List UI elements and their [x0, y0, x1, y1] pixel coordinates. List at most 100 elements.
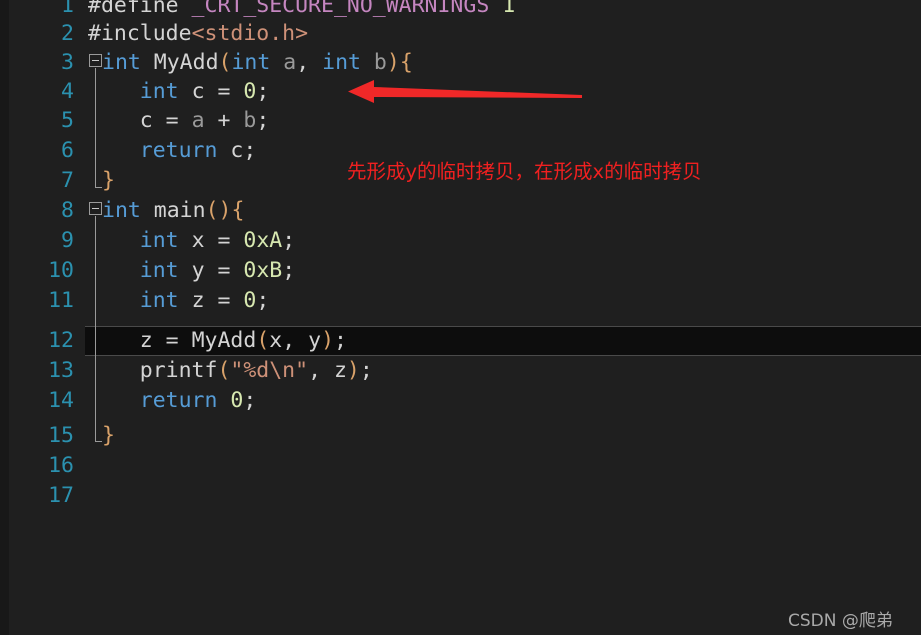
- code-line-10[interactable]: int y = 0xB;: [88, 256, 295, 286]
- token-paren-close: ): [321, 328, 335, 353]
- code-line-12[interactable]: z = MyAdd(x, y);: [88, 326, 347, 356]
- fold-guide-foot: [95, 441, 102, 442]
- token-paren-close: ): [346, 358, 360, 383]
- fold-toggle-icon[interactable]: [89, 54, 102, 67]
- token-var-c: c: [139, 108, 153, 133]
- token-number-hex-a: 0xA: [243, 228, 283, 253]
- fold-toggle-icon[interactable]: [89, 202, 102, 215]
- token-var-y: y: [191, 258, 205, 283]
- token-param-b: b: [373, 50, 387, 75]
- token-number-zero: 0: [243, 288, 257, 313]
- line-number: 12: [48, 328, 74, 353]
- token-paren-open: (: [218, 50, 232, 75]
- token-var-y: y: [308, 328, 322, 353]
- token-assign: =: [204, 79, 244, 104]
- code-line-13[interactable]: printf("%d\n", z);: [88, 356, 373, 386]
- token-plus: +: [204, 108, 244, 133]
- token-keyword-int: int: [139, 258, 179, 283]
- token-semicolon: ;: [256, 288, 270, 313]
- token-paren-close: ): [386, 50, 400, 75]
- token-assign: =: [204, 258, 244, 283]
- token-keyword-return: return: [139, 388, 218, 413]
- token-var-x: x: [269, 328, 283, 353]
- code-line-7[interactable]: }: [102, 166, 115, 196]
- line-number: 15: [48, 423, 74, 448]
- line-number: 2: [61, 21, 74, 46]
- annotation-note-text: 先形成y的临时拷贝，在形成x的临时拷贝: [347, 160, 702, 183]
- token-function-myadd: MyAdd: [191, 328, 257, 353]
- line-number: 8: [61, 198, 74, 223]
- line-number: 9: [61, 228, 74, 253]
- code-line-15[interactable]: }: [102, 421, 115, 451]
- token-semicolon: ;: [256, 79, 270, 104]
- token-paren-open: (: [217, 358, 231, 383]
- token-number-zero: 0: [243, 79, 257, 104]
- line-number: 6: [61, 138, 74, 163]
- token-keyword-int: int: [102, 50, 141, 75]
- token-semicolon: ;: [243, 138, 257, 163]
- token-keyword-int: int: [139, 228, 179, 253]
- token-macro-value: 1: [489, 0, 516, 18]
- token-keyword-int: int: [322, 50, 361, 75]
- token-keyword-return: return: [139, 138, 218, 163]
- line-number: 13: [48, 358, 74, 383]
- token-comma: ,: [282, 328, 309, 353]
- code-line-5[interactable]: c = a + b;: [88, 106, 270, 136]
- watermark-label: CSDN @爬弟: [788, 611, 893, 631]
- line-number: 5: [61, 108, 74, 133]
- token-keyword-int: int: [102, 198, 141, 223]
- line-number: 3: [61, 50, 74, 75]
- token-include-directive: #include: [88, 21, 192, 46]
- fold-guide-foot: [95, 187, 102, 188]
- code-line-9[interactable]: int x = 0xA;: [88, 226, 295, 256]
- line-number: 14: [48, 388, 74, 413]
- token-semicolon: ;: [359, 358, 373, 383]
- token-keyword-int: int: [139, 79, 179, 104]
- code-line-3[interactable]: int MyAdd(int a, int b){: [102, 48, 413, 78]
- code-line-11[interactable]: int z = 0;: [88, 286, 270, 316]
- code-line-6[interactable]: return c;: [88, 136, 257, 166]
- code-line-4[interactable]: int c = 0;: [88, 77, 270, 107]
- code-line-8[interactable]: int main(){: [102, 196, 244, 226]
- code-line-2[interactable]: #include<stdio.h>: [88, 19, 308, 49]
- token-paren-open: (: [256, 328, 270, 353]
- token-semicolon: ;: [282, 258, 296, 283]
- token-var-z: z: [139, 328, 153, 353]
- token-brace-open: {: [399, 50, 413, 75]
- token-comma: ,: [308, 358, 334, 383]
- token-semicolon: ;: [282, 228, 296, 253]
- token-assign: =: [204, 288, 244, 313]
- token-var-c: c: [191, 79, 205, 104]
- line-number: 4: [61, 79, 74, 104]
- token-parens: (): [205, 198, 232, 223]
- token-var-z: z: [191, 288, 205, 313]
- token-keyword-int: int: [139, 288, 179, 313]
- token-assign: =: [204, 228, 244, 253]
- line-number: 7: [61, 168, 74, 193]
- token-param-a: a: [191, 108, 205, 133]
- code-line-1[interactable]: #define _CRT_SECURE_NO_WARNINGS 1: [88, 0, 515, 21]
- code-line-14[interactable]: return 0;: [88, 386, 257, 416]
- token-semicolon: ;: [334, 328, 347, 353]
- code-surface[interactable]: 1 2 3 4 5 6 7 8 9 10 11 12 13 14 15 16 1…: [0, 0, 921, 635]
- token-var-x: x: [191, 228, 205, 253]
- token-function-printf: printf: [139, 358, 218, 383]
- token-brace-close: }: [102, 168, 115, 193]
- token-comma: ,: [296, 50, 323, 75]
